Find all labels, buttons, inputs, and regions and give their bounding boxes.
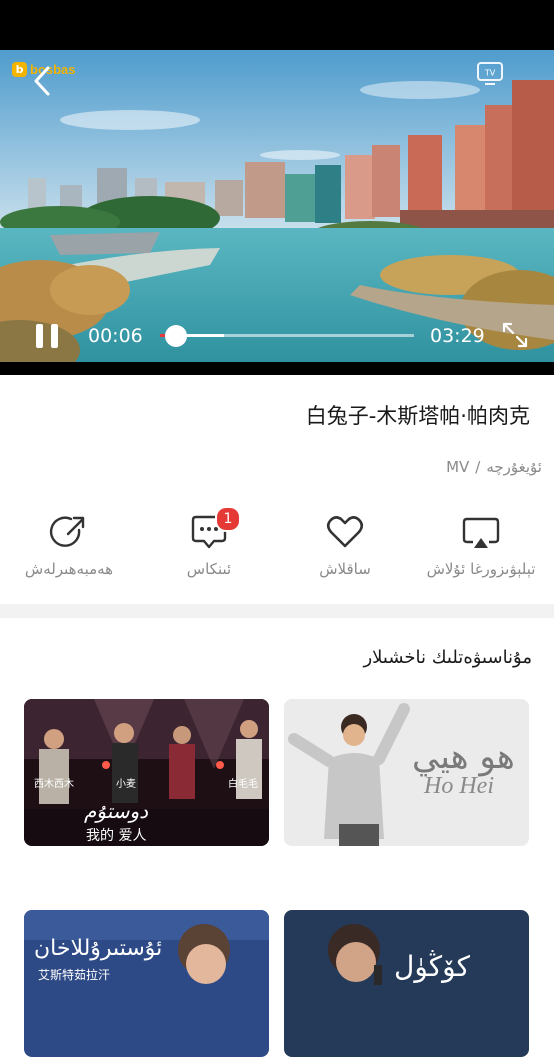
- thumbnail-caption: 西木西木: [34, 779, 74, 790]
- song-meta: MV / ئۇيغۇرچە: [446, 458, 542, 476]
- related-song-card[interactable]: ئۇستىرۇللاخان 艾斯特茹拉汗: [24, 910, 269, 1057]
- pause-icon-bar-left: [36, 324, 43, 348]
- comment-icon: 1: [189, 506, 241, 552]
- thumbnail-caption: 白毛毛: [228, 779, 258, 790]
- favorite-label: ساقلاش: [319, 560, 371, 578]
- status-bar: [0, 0, 554, 50]
- comment-action[interactable]: 1 ئىنكاس: [140, 506, 278, 588]
- section-divider: [0, 604, 554, 618]
- fullscreen-icon: [502, 322, 528, 348]
- tv-icon: TV: [477, 62, 503, 85]
- related-song-card[interactable]: هو هيي Ho Hei: [284, 699, 529, 846]
- meta-separator: /: [475, 458, 481, 476]
- player-bottom-bar: [0, 362, 554, 375]
- player-controls: 00:06 03:29: [0, 312, 554, 362]
- thumbnail-title-chinese: 艾斯特茹拉汗: [38, 968, 111, 982]
- duration: 03:29: [430, 325, 485, 347]
- current-time: 00:06: [88, 325, 143, 347]
- heart-icon: [325, 512, 365, 552]
- comment-count-badge: 1: [215, 506, 241, 532]
- song-thumbnail: [284, 910, 529, 1057]
- related-song-card[interactable]: 西木西木 小麦 白毛毛 دوستۇم 我的 爱人: [24, 699, 269, 846]
- video-player[interactable]: b bosbas TV 00:06 03:29: [0, 50, 554, 375]
- share-icon: [49, 512, 89, 552]
- thumbnail-title-chinese: 我的 爱人: [86, 828, 147, 844]
- tv-icon-label: TV: [484, 69, 496, 78]
- thumbnail-title-latin: Ho Hei: [424, 773, 494, 799]
- related-songs-title: مۇناسىۋەتلىك ناخشىلار: [363, 647, 532, 668]
- song-thumbnail: [24, 910, 269, 1057]
- comment-label: ئىنكاس: [186, 560, 232, 578]
- pause-icon-bar-right: [51, 324, 58, 348]
- favorite-action[interactable]: ساقلاش: [276, 508, 414, 588]
- share-label: ھەمبەھىرلەش: [24, 560, 114, 578]
- back-arrow-icon: [34, 66, 50, 96]
- tv-cast-button[interactable]: TV: [476, 60, 506, 86]
- thumbnail-title-uyghur: دوستۇم: [84, 799, 149, 823]
- action-bar: ھەمبەھىرلەش 1 ئىنكاس ساقلاش تېلېۋىزورغا …: [0, 506, 554, 594]
- thumbnail-title-uyghur: هو هيي: [412, 737, 515, 777]
- song-thumbnail: [24, 699, 269, 846]
- song-title: 白兔子-木斯塔帕·帕肉克: [305, 404, 530, 428]
- song-language: ئۇيغۇرچە: [486, 458, 542, 476]
- cast-label: تېلېۋىزورغا ئۇلاش: [426, 560, 536, 578]
- cast-to-tv-icon: [461, 512, 501, 552]
- share-action[interactable]: ھەمبەھىرلەش: [0, 508, 138, 588]
- thumbnail-title-uyghur: ئۇستىرۇللاخان: [34, 936, 163, 961]
- progress-handle[interactable]: [164, 325, 187, 347]
- related-song-card[interactable]: كۆڭۈل: [284, 910, 529, 1057]
- fullscreen-button[interactable]: [500, 320, 530, 350]
- progress-bar[interactable]: [160, 325, 414, 347]
- thumbnail-caption: 小麦: [116, 779, 136, 790]
- song-type: MV: [446, 458, 470, 476]
- back-button[interactable]: [28, 64, 56, 98]
- pause-button[interactable]: [34, 320, 62, 352]
- logo-icon: b: [12, 62, 27, 77]
- cast-action[interactable]: تېلېۋىزورغا ئۇلاش: [412, 508, 550, 588]
- thumbnail-title-uyghur: كۆڭۈل: [394, 950, 470, 983]
